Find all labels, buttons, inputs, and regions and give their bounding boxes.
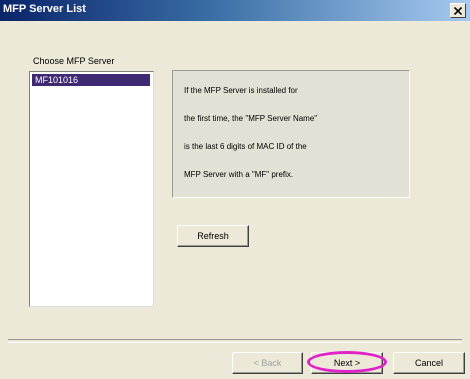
- close-icon: [454, 6, 462, 15]
- choose-server-label: Choose MFP Server: [33, 56, 115, 66]
- info-panel: If the MFP Server is installed for the f…: [172, 70, 410, 198]
- info-line: If the MFP Server is installed for: [184, 86, 298, 95]
- footer-separator: [8, 339, 462, 343]
- info-line: the first time, the "MFP Server Name": [184, 114, 318, 123]
- back-button[interactable]: < Back: [232, 352, 303, 374]
- server-listbox[interactable]: MF101016: [29, 71, 154, 307]
- close-button[interactable]: [450, 3, 466, 18]
- cancel-button[interactable]: Cancel: [393, 352, 465, 374]
- next-button[interactable]: Next >: [311, 352, 383, 374]
- refresh-button[interactable]: Refresh: [177, 225, 249, 247]
- mfp-server-list-dialog: MFP Server List Choose MFP Server MF1010…: [0, 0, 470, 379]
- info-line: is the last 6 digits of MAC ID of the: [184, 142, 307, 151]
- server-list-item[interactable]: MF101016: [32, 74, 150, 86]
- window-title: MFP Server List: [3, 3, 86, 15]
- info-line: MFP Server with a "MF" prefix.: [184, 170, 294, 179]
- title-bar[interactable]: MFP Server List: [0, 0, 470, 21]
